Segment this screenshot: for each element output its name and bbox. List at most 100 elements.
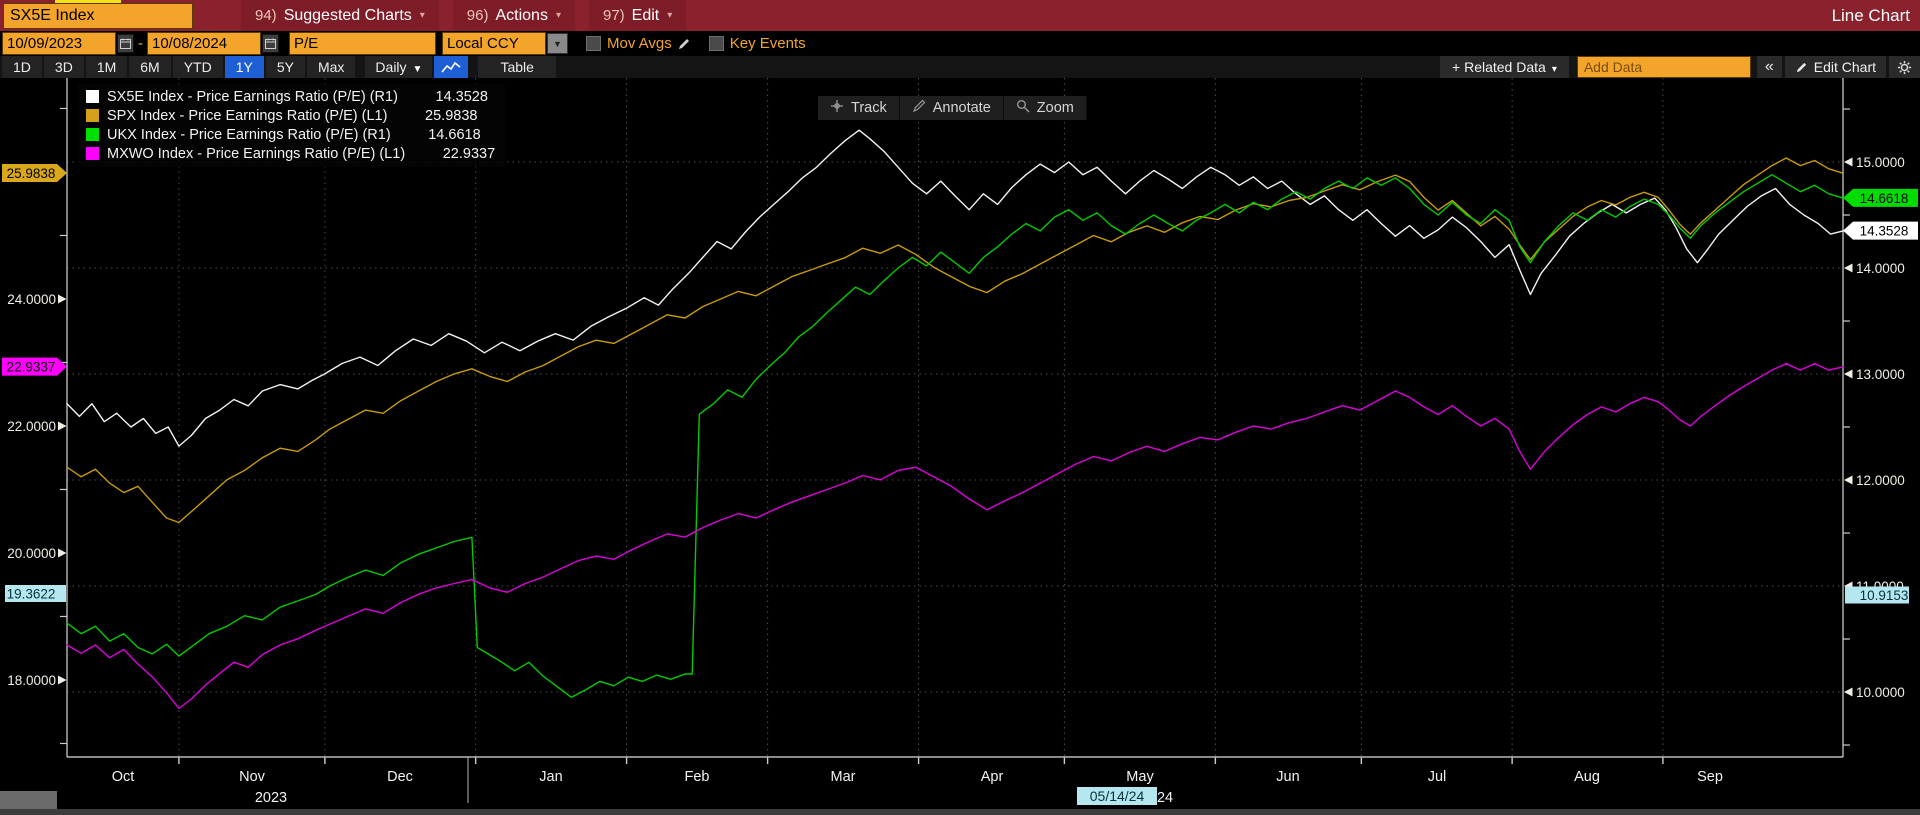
chart-settings-row: - ▼ Mov Avgs Key Events xyxy=(0,31,1920,56)
chart-type-label: Line Chart xyxy=(1831,5,1910,25)
period-tab-1d[interactable]: 1D xyxy=(2,56,42,78)
period-tab-max[interactable]: Max xyxy=(306,56,356,78)
x-axis-month-label: Apr xyxy=(981,769,1004,785)
axis-badge-label: 19.3622 xyxy=(7,586,56,601)
axis-tick-arrow-icon xyxy=(1844,369,1853,379)
legend-series-label: UKX Index - Price Earnings Ratio (P/E) (… xyxy=(107,126,391,143)
x-axis-month-label: Nov xyxy=(239,769,266,785)
chart-legend: SX5E Index - Price Earnings Ratio (P/E) … xyxy=(78,84,506,167)
edit-chart-button[interactable]: Edit Chart xyxy=(1784,56,1886,78)
series-swatch xyxy=(86,147,99,160)
zoom-mode-button[interactable]: Zoom xyxy=(1003,96,1087,120)
period-tab-6m[interactable]: 6M xyxy=(129,56,171,78)
axis-tick-arrow-icon xyxy=(1844,263,1853,273)
x-axis-month-label: Oct xyxy=(112,769,135,785)
series-swatch xyxy=(86,109,99,122)
right-axis-tick-label: 15.0000 xyxy=(1856,155,1905,170)
chevron-down-icon: ▾ xyxy=(555,10,561,21)
legend-series-label: MXWO Index - Price Earnings Ratio (P/E) … xyxy=(107,145,406,162)
period-tab-ytd[interactable]: YTD xyxy=(172,56,223,78)
menu-button-edit[interactable]: 97) Edit ▾ xyxy=(588,0,687,31)
axis-tick-arrow-icon xyxy=(58,421,67,431)
legend-row-mxwo[interactable]: MXWO Index - Price Earnings Ratio (P/E) … xyxy=(86,144,495,163)
date-range-separator: - xyxy=(138,35,143,52)
left-axis-tick-label: 22.0000 xyxy=(7,419,56,434)
mode-button-label: Track xyxy=(851,100,887,116)
mov-avgs-label: Mov Avgs xyxy=(607,35,672,52)
legend-series-label: SX5E Index - Price Earnings Ratio (P/E) … xyxy=(107,88,398,105)
legend-row-sx5e[interactable]: SX5E Index - Price Earnings Ratio (P/E) … xyxy=(86,87,495,106)
chevron-down-icon: ▾ xyxy=(1551,64,1557,75)
period-tabs: 1D 3D 1M 6M YTD 1Y 5Y Max xyxy=(2,56,357,78)
x-axis-month-label: Sep xyxy=(1697,769,1723,785)
menu-shortcut-number: 94) xyxy=(255,7,277,24)
toolbar-right-group: + Related Data▾ « Edit Chart xyxy=(1440,56,1920,78)
axis-tick-arrow-icon xyxy=(1844,157,1853,167)
x-axis-month-label: Aug xyxy=(1574,769,1600,785)
chart-toolbar: 1D 3D 1M 6M YTD 1Y 5Y Max Daily ▼ Table + Relate… xyxy=(0,56,1920,78)
table-button[interactable]: Table xyxy=(478,56,556,78)
legend-series-value: 14.3528 xyxy=(435,88,488,105)
axis-badge-label: 25.9838 xyxy=(7,166,56,181)
axis-badge-label: 14.6618 xyxy=(1860,191,1909,206)
legend-row-spx[interactable]: SPX Index - Price Earnings Ratio (P/E) (… xyxy=(86,106,495,125)
period-tab-3d[interactable]: 3D xyxy=(43,56,84,78)
menu-label: Suggested Charts xyxy=(283,6,412,24)
axis-tick-arrow-icon xyxy=(1844,687,1853,697)
menu-shortcut-number: 97) xyxy=(602,7,625,24)
topbar-menus: 94) Suggested Charts ▾ 96) Actions ▾ 97) Edit ▾ xyxy=(241,0,700,31)
mov-avgs-edit-pencil-icon[interactable] xyxy=(677,37,691,51)
axis-badge-label: 14.3528 xyxy=(1860,224,1909,239)
chevron-down-icon: ▾ xyxy=(419,10,425,21)
security-input[interactable] xyxy=(3,2,193,29)
mov-avgs-checkbox[interactable] xyxy=(586,36,601,51)
currency-dropdown-button[interactable]: ▼ xyxy=(547,33,568,54)
x-axis-month-label: Jul xyxy=(1428,769,1447,785)
currency-select[interactable] xyxy=(442,32,546,55)
x-axis-month-label: Jan xyxy=(539,769,562,785)
top-menu-bar: 94)Suggested Charts▾96)Actions▾97)Edit▾ … xyxy=(0,0,1920,31)
add-data-input[interactable] xyxy=(1576,56,1751,78)
legend-row-ukx[interactable]: UKX Index - Price Earnings Ratio (P/E) (… xyxy=(86,125,495,144)
menu-label: Actions xyxy=(495,6,548,24)
date-from-input[interactable] xyxy=(2,32,116,55)
legend-series-value: 25.9838 xyxy=(425,107,478,124)
related-data-button[interactable]: + Related Data ▾ xyxy=(1440,56,1569,78)
menu-button-suggested-charts[interactable]: 94) Suggested Charts ▾ xyxy=(241,0,439,31)
right-axis-tick-label: 14.0000 xyxy=(1856,261,1905,276)
legend-series-value: 22.9337 xyxy=(442,145,496,162)
date-to-input[interactable] xyxy=(147,32,261,55)
track-mode-button[interactable]: Track xyxy=(818,96,900,120)
mode-button-label: Zoom xyxy=(1036,100,1074,116)
collapse-panel-button[interactable]: « xyxy=(1756,56,1782,78)
axis-tick-arrow-icon xyxy=(58,294,67,304)
track-crosshair-icon xyxy=(830,99,851,117)
pencil-icon xyxy=(1796,62,1806,72)
axis-badge-label: 10.9153 xyxy=(1860,588,1909,603)
menu-button-actions[interactable]: 96) Actions ▾ xyxy=(452,0,575,31)
frequency-dropdown[interactable]: Daily ▼ xyxy=(365,56,433,78)
x-axis-month-label: Jun xyxy=(1276,769,1299,785)
annotate-mode-button[interactable]: Annotate xyxy=(899,96,1004,120)
right-axis-tick-label: 10.0000 xyxy=(1856,685,1905,700)
right-axis-tick-label: 13.0000 xyxy=(1856,367,1905,382)
right-axis-tick-label: 12.0000 xyxy=(1856,473,1905,488)
date-to-calendar-button[interactable] xyxy=(262,34,279,53)
key-events-checkbox[interactable] xyxy=(708,36,724,51)
axis-badge-label: 22.9337 xyxy=(7,360,56,375)
study-field-input[interactable] xyxy=(289,32,436,55)
period-tab-1m[interactable]: 1M xyxy=(85,56,128,78)
bottom-scroll-strip[interactable] xyxy=(0,809,1920,815)
period-tab-1y[interactable]: 1Y xyxy=(224,56,264,78)
tracked-date-label: 05/14/24 xyxy=(1090,788,1145,804)
axis-tick-arrow-icon xyxy=(58,675,67,685)
chart-type-button[interactable] xyxy=(434,56,469,78)
date-from-calendar-button[interactable] xyxy=(117,34,134,53)
mode-button-label: Annotate xyxy=(932,100,991,116)
period-tab-5y[interactable]: 5Y xyxy=(265,56,305,78)
chart-settings-gear-button[interactable] xyxy=(1889,56,1920,78)
panel-indicator xyxy=(55,0,121,3)
x-axis-month-label: Dec xyxy=(387,769,413,785)
axis-tick-arrow-icon xyxy=(1844,475,1853,485)
plot-area[interactable] xyxy=(67,78,1843,757)
